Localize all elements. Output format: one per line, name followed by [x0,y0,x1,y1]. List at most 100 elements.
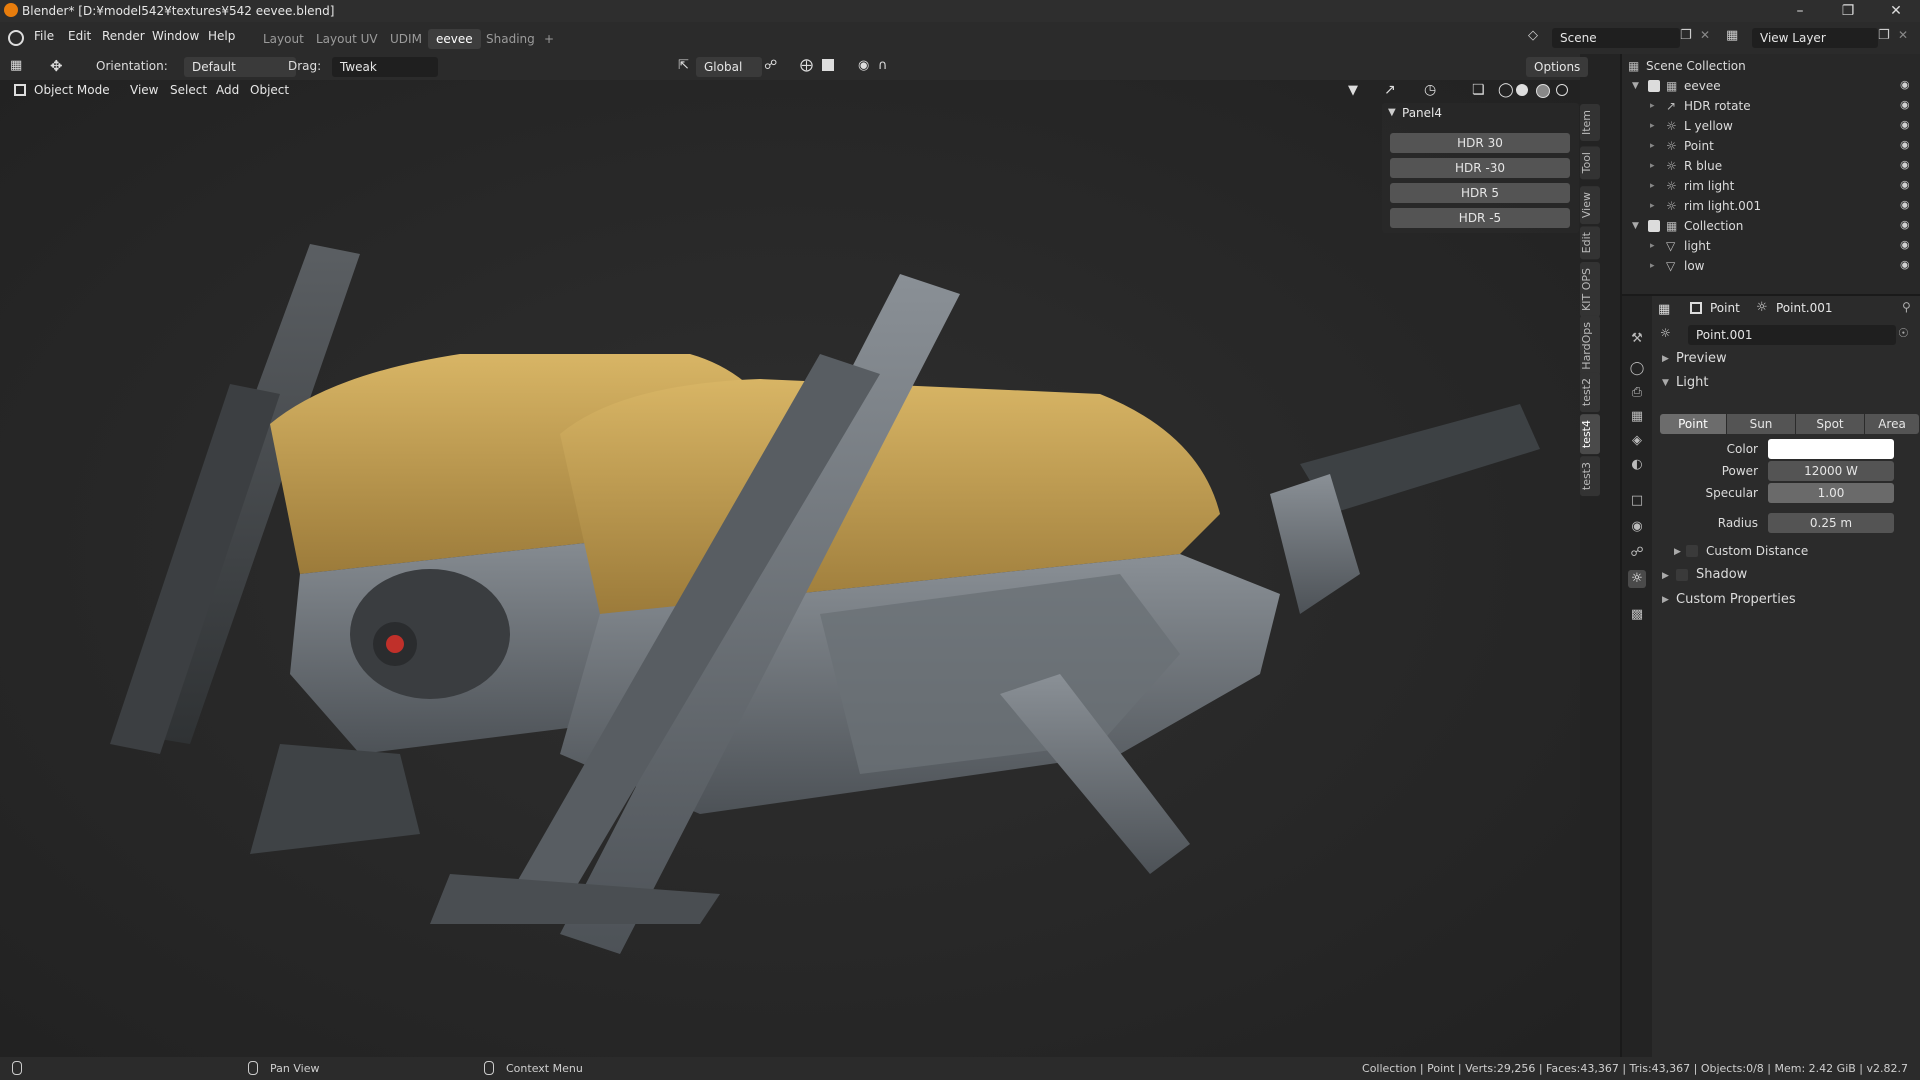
menu-view[interactable]: View [130,83,158,97]
light-type-point[interactable]: Point [1660,414,1726,434]
expand-arrow-icon[interactable]: ▸ [1650,256,1655,276]
output-properties-icon[interactable]: ⎙ [1628,384,1646,402]
overlay-icon[interactable]: ◷ [1424,82,1436,98]
orientation-dropdown[interactable]: Default [184,57,296,77]
add-workspace-button[interactable]: + [536,29,562,49]
blender-menu-icon[interactable] [8,30,24,46]
menu-edit[interactable]: Edit [68,29,91,43]
tab-test2[interactable]: test2 [1580,372,1600,413]
tab-tool[interactable]: Tool [1580,146,1600,180]
tab-item[interactable]: Item [1580,104,1600,142]
transform-space-dropdown[interactable]: Global [696,57,762,77]
custom-properties-collapse-icon[interactable]: ▶ [1662,595,1669,605]
visibility-eye-icon[interactable]: ◉ [1900,159,1914,171]
outliner-row[interactable]: ▼ ▦ eevee ◉ [1622,76,1920,96]
wireframe-shading-icon[interactable]: ◯ [1498,82,1514,98]
outliner-row[interactable]: ▼ ▦ Collection ◉ [1622,216,1920,236]
custom-distance-collapse-icon[interactable]: ▶ [1674,547,1681,557]
specular-field[interactable]: 1.00 [1768,483,1894,503]
light-type-area[interactable]: Area [1865,414,1919,434]
pin-icon[interactable]: ⚲ [1902,300,1911,314]
shadow-section[interactable]: Shadow [1696,567,1747,582]
expand-arrow-icon[interactable]: ▸ [1650,116,1655,136]
world-properties-icon[interactable]: ◐ [1628,456,1646,474]
visibility-eye-icon[interactable]: ◉ [1900,239,1914,251]
expand-arrow-icon[interactable]: ▼ [1632,216,1639,236]
light-type-sun[interactable]: Sun [1727,414,1795,434]
delete-scene-icon[interactable]: ✕ [1700,28,1710,42]
view-layer-icon[interactable]: ▦ [1726,28,1738,43]
view-layer-properties-icon[interactable]: ▦ [1628,408,1646,426]
scene-properties-icon[interactable]: ◈ [1628,432,1646,450]
custom-distance-checkbox[interactable] [1686,545,1698,557]
solid-shading-icon[interactable] [1516,84,1528,96]
hdr-30-button[interactable]: HDR 30 [1390,133,1570,153]
tool-properties-icon[interactable]: ⚒ [1628,330,1646,348]
tab-hardops[interactable]: HardOps [1580,316,1600,376]
new-scene-icon[interactable]: ❐ [1680,28,1692,43]
outliner-row[interactable]: ▸ ☼ R blue ◉ [1622,156,1920,176]
color-swatch[interactable] [1768,439,1894,459]
material-shading-icon[interactable] [1536,84,1550,98]
drag-dropdown[interactable]: Tweak [332,57,438,77]
xray-icon[interactable]: ❏ [1472,82,1485,98]
outliner-row[interactable]: ▸ ☼ L yellow ◉ [1622,116,1920,136]
minimize-button[interactable]: – [1780,1,1820,21]
visibility-eye-icon[interactable]: ◉ [1900,99,1914,111]
outliner-row[interactable]: ▸ ☼ rim light ◉ [1622,176,1920,196]
light-section[interactable]: Light [1676,375,1708,390]
tab-layout[interactable]: Layout [255,29,312,49]
menu-add[interactable]: Add [216,83,239,97]
visibility-eye-icon[interactable]: ◉ [1900,139,1914,151]
close-button[interactable]: ✕ [1876,1,1916,21]
object-properties-icon[interactable]: □ [1628,492,1646,510]
tab-test4[interactable]: test4 [1580,414,1600,455]
power-field[interactable]: 12000 W [1768,461,1894,481]
gizmo-icon[interactable]: ↗ [1384,82,1396,98]
fake-user-icon[interactable]: ☉ [1898,326,1909,340]
menu-help[interactable]: Help [208,29,235,43]
editor-type-icon[interactable]: ▦ [10,58,30,76]
hdr-minus-5-button[interactable]: HDR -5 [1390,208,1570,228]
scene-icon[interactable]: ◇ [1528,28,1546,46]
visibility-eye-icon[interactable]: ◉ [1900,259,1914,271]
delete-view-layer-icon[interactable]: ✕ [1898,28,1908,42]
preview-section[interactable]: Preview [1676,351,1727,366]
proportional-edit-icon[interactable]: ◉ [858,58,869,73]
tab-layout-uv[interactable]: Layout UV [308,29,386,49]
menu-object[interactable]: Object [250,83,289,97]
tab-shading[interactable]: Shading [478,29,543,49]
tab-eevee[interactable]: eevee [428,29,481,49]
expand-arrow-icon[interactable]: ▸ [1650,156,1655,176]
light-datablock-field[interactable]: Point.001 [1688,325,1896,345]
visibility-eye-icon[interactable]: ◉ [1900,219,1914,231]
visibility-icon[interactable]: ▼ [1348,83,1358,98]
light-browse-icon[interactable]: ☼ [1660,326,1671,340]
visibility-eye-icon[interactable]: ◉ [1900,119,1914,131]
outliner-row[interactable]: ▸ ☼ rim light.001 ◉ [1622,196,1920,216]
expand-arrow-icon[interactable]: ▸ [1650,236,1655,256]
expand-arrow-icon[interactable]: ▸ [1650,136,1655,156]
panel-collapse-icon[interactable]: ▼ [1388,107,1396,118]
exclude-checkbox[interactable] [1648,220,1660,232]
expand-arrow-icon[interactable]: ▸ [1650,196,1655,216]
outliner-row[interactable]: ▸ ▽ low ◉ [1622,256,1920,276]
render-properties-icon[interactable]: ◯ [1628,360,1646,378]
shadow-checkbox[interactable] [1676,569,1688,581]
custom-properties-section[interactable]: Custom Properties [1676,592,1796,607]
expand-arrow-icon[interactable]: ▼ [1632,76,1639,96]
hdr-minus-30-button[interactable]: HDR -30 [1390,158,1570,178]
tab-udim[interactable]: UDIM [382,29,430,49]
outliner-root[interactable]: ▦ Scene Collection [1622,56,1920,76]
visibility-eye-icon[interactable]: ◉ [1900,179,1914,191]
tab-test3[interactable]: test3 [1580,456,1600,497]
snap-icon[interactable]: ⨁ [800,58,813,73]
exclude-checkbox[interactable] [1648,80,1660,92]
snap-target-icon[interactable] [822,59,834,71]
light-type-spot[interactable]: Spot [1796,414,1864,434]
maximize-button[interactable]: ❐ [1828,1,1868,21]
light-data-properties-icon[interactable]: ☼ [1628,570,1646,588]
light-collapse-icon[interactable]: ▼ [1662,378,1669,388]
menu-select[interactable]: Select [170,83,207,97]
expand-arrow-icon[interactable]: ▸ [1650,96,1655,116]
